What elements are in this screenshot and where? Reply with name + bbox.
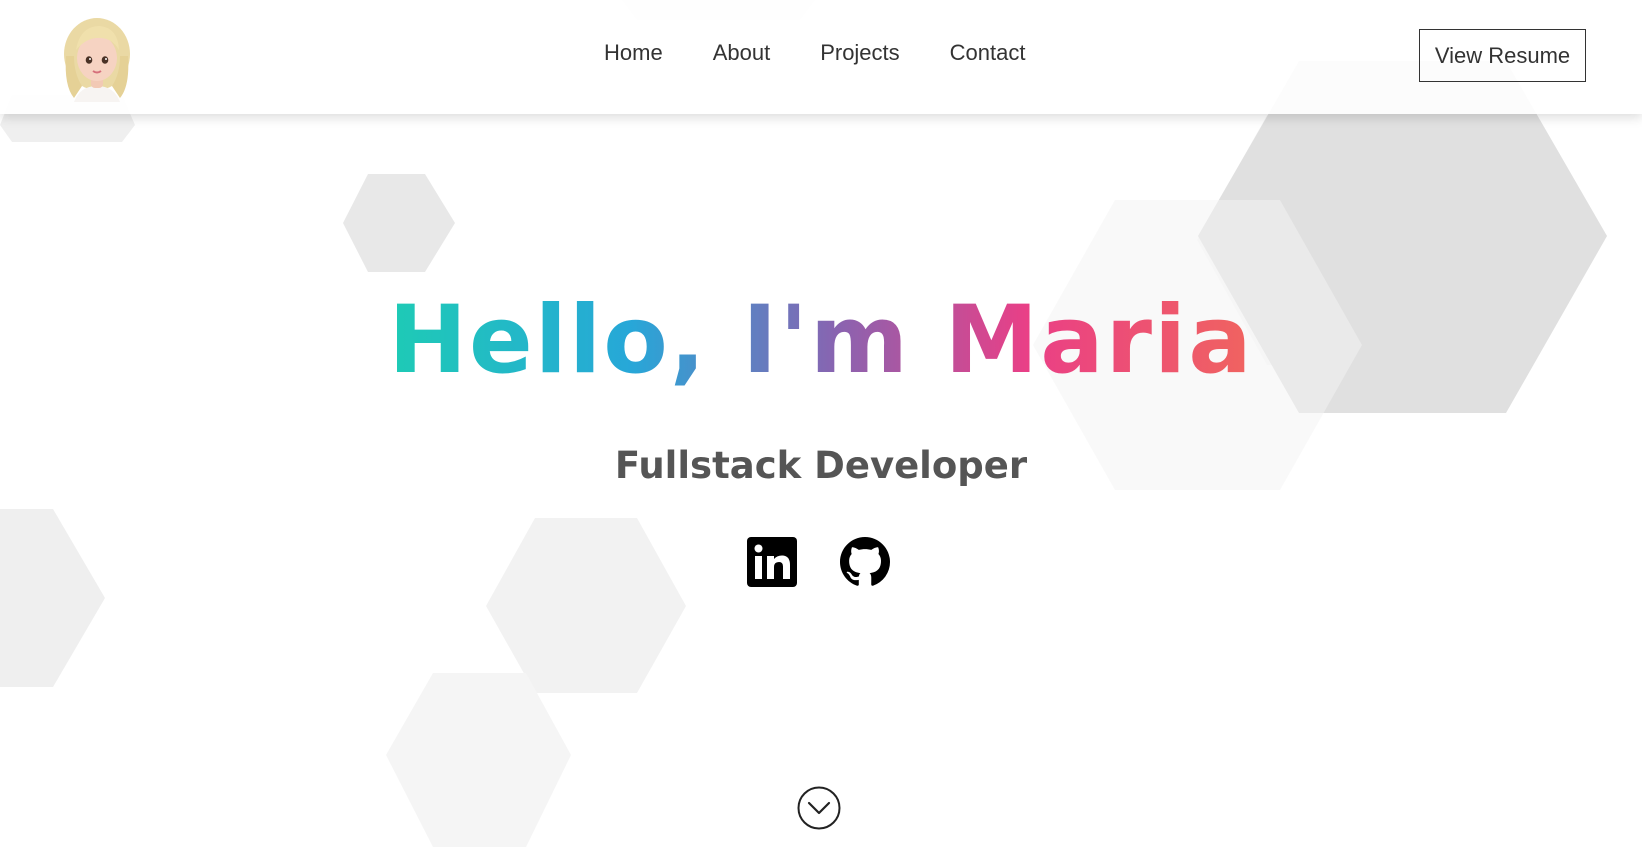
nav-contact-link[interactable]: Contact (950, 37, 1026, 69)
nav-home-link[interactable]: Home (604, 37, 663, 69)
nav-projects-link[interactable]: Projects (820, 37, 899, 69)
hexagon-shape (0, 509, 105, 687)
hero-title: Hello, I'm Maria (0, 276, 1642, 406)
site-header: Home About Projects Contact View Resume (0, 0, 1642, 114)
hero-title-text: Hello, I'm Maria (388, 286, 1254, 395)
github-icon[interactable] (840, 537, 890, 587)
main-nav: Home About Projects Contact (604, 37, 1026, 69)
avatar[interactable] (60, 16, 134, 102)
hexagon-shape (386, 673, 571, 847)
chevron-down-icon[interactable] (797, 786, 841, 830)
view-resume-button[interactable]: View Resume (1419, 29, 1586, 82)
hero-subtitle: Fullstack Developer (614, 444, 1028, 487)
linkedin-icon[interactable] (747, 537, 797, 587)
hexagon-background (0, 0, 1607, 847)
social-links (747, 537, 894, 587)
hexagon-shape (343, 174, 455, 272)
nav-about-link[interactable]: About (713, 37, 771, 69)
hexagon-shape (486, 518, 686, 693)
